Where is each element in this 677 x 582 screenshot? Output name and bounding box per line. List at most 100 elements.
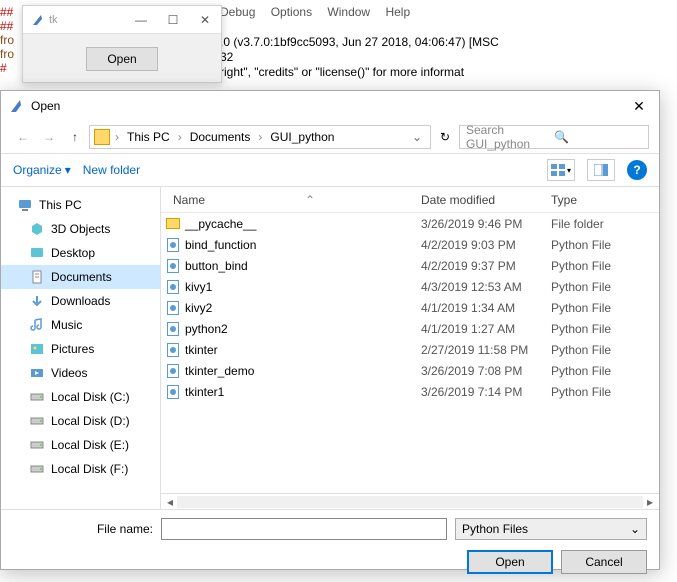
file-row[interactable]: kivy14/3/2019 12:53 AMPython File: [161, 276, 659, 297]
sidebar-item-documents[interactable]: Documents: [1, 265, 160, 289]
forward-button[interactable]: →: [37, 125, 61, 149]
dialog-footer: File name: Python Files ⌄ Open Cancel: [1, 509, 659, 582]
python-file-icon: [167, 385, 179, 399]
column-name[interactable]: Name ⌃: [161, 193, 421, 207]
toolbar: Organize ▾ New folder ▾ ?: [1, 153, 659, 187]
file-date: 3/26/2019 7:14 PM: [421, 385, 551, 399]
chevron-right-icon[interactable]: ›: [175, 130, 185, 144]
pics-icon: [29, 341, 45, 357]
file-row[interactable]: tkinter_demo3/26/2019 7:08 PMPython File: [161, 360, 659, 381]
sidebar-item-this-pc[interactable]: This PC: [1, 193, 160, 217]
sidebar-item-local-disk-e-[interactable]: Local Disk (E:): [1, 433, 160, 457]
folder-icon: [94, 129, 110, 145]
file-type: File folder: [551, 217, 659, 231]
python-file-icon: [167, 343, 179, 357]
horizontal-scrollbar[interactable]: ◂ ▸: [161, 493, 659, 509]
menu-debug[interactable]: Debug: [220, 5, 255, 19]
file-row[interactable]: kivy24/1/2019 1:34 AMPython File: [161, 297, 659, 318]
file-row[interactable]: python24/1/2019 1:27 AMPython File: [161, 318, 659, 339]
sidebar-item-label: 3D Objects: [51, 222, 110, 236]
dialog-titlebar[interactable]: Open ✕: [1, 91, 659, 121]
sidebar-item-label: Desktop: [51, 246, 95, 260]
shell-output: .0 (v3.7.0:1bf9cc5093, Jun 27 2018, 04:0…: [220, 35, 499, 80]
file-row[interactable]: button_bind4/2/2019 9:37 PMPython File: [161, 255, 659, 276]
menu-options[interactable]: Options: [271, 5, 312, 19]
maximize-button[interactable]: ☐: [157, 6, 189, 33]
sidebar-item-local-disk-c-[interactable]: Local Disk (C:): [1, 385, 160, 409]
python-file-icon: [167, 364, 179, 378]
filename-input[interactable]: [161, 518, 447, 540]
docs-icon: [29, 269, 45, 285]
sidebar-item-local-disk-f-[interactable]: Local Disk (F:): [1, 457, 160, 481]
python-file-icon: [167, 238, 179, 252]
tk-feather-icon: [9, 98, 25, 114]
chevron-down-icon: ▾: [567, 166, 571, 175]
sidebar-item-label: Videos: [51, 366, 87, 380]
tk-titlebar[interactable]: tk — ☐ ✕: [23, 6, 221, 34]
scroll-right-icon[interactable]: ▸: [643, 496, 657, 508]
sidebar-item-label: Local Disk (E:): [51, 438, 129, 452]
dialog-title-text: Open: [31, 99, 627, 113]
filetype-filter[interactable]: Python Files ⌄: [455, 518, 647, 540]
tk-open-button[interactable]: Open: [86, 47, 157, 71]
column-date[interactable]: Date modified: [421, 193, 551, 207]
search-input[interactable]: Search GUI_python 🔍: [459, 125, 649, 149]
scroll-left-icon[interactable]: ◂: [163, 496, 177, 508]
breadcrumb-gui-python[interactable]: GUI_python: [267, 130, 337, 144]
breadcrumb-this-pc[interactable]: This PC: [124, 130, 173, 144]
new-folder-button[interactable]: New folder: [83, 163, 140, 177]
breadcrumb[interactable]: › This PC › Documents › GUI_python ⌄: [89, 125, 431, 149]
sidebar-item-music[interactable]: Music: [1, 313, 160, 337]
file-type: Python File: [551, 301, 659, 315]
file-list[interactable]: __pycache__3/26/2019 9:46 PMFile folderb…: [161, 213, 659, 493]
tk-feather-icon: [31, 13, 45, 27]
sidebar-item-pictures[interactable]: Pictures: [1, 337, 160, 361]
chevron-right-icon[interactable]: ›: [112, 130, 122, 144]
down-icon: [29, 293, 45, 309]
menu-window[interactable]: Window: [327, 5, 370, 19]
refresh-button[interactable]: ↻: [433, 125, 457, 149]
sidebar-item-label: Pictures: [51, 342, 94, 356]
column-type[interactable]: Type: [551, 193, 659, 207]
preview-pane-button[interactable]: [587, 159, 615, 181]
close-button[interactable]: ✕: [189, 6, 221, 33]
open-button[interactable]: Open: [467, 550, 553, 574]
chevron-right-icon[interactable]: ›: [255, 130, 265, 144]
dialog-body: This PC 3D Objects Desktop DocumentsDownloa…: [1, 187, 659, 509]
cancel-button[interactable]: Cancel: [561, 550, 647, 574]
sidebar-item-3d-objects[interactable]: 3D Objects: [1, 217, 160, 241]
file-type: Python File: [551, 322, 659, 336]
file-row[interactable]: tkinter13/26/2019 7:14 PMPython File: [161, 381, 659, 402]
sidebar-item-videos[interactable]: Videos: [1, 361, 160, 385]
file-name: __pycache__: [185, 217, 421, 231]
organize-menu[interactable]: Organize ▾: [13, 163, 71, 177]
file-row[interactable]: tkinter2/27/2019 11:58 PMPython File: [161, 339, 659, 360]
file-row[interactable]: __pycache__3/26/2019 9:46 PMFile folder: [161, 213, 659, 234]
view-mode-button[interactable]: ▾: [547, 159, 575, 181]
help-button[interactable]: ?: [627, 160, 647, 180]
chevron-down-icon[interactable]: ⌄: [408, 130, 426, 144]
up-button[interactable]: ↑: [63, 125, 87, 149]
close-icon[interactable]: ✕: [627, 94, 651, 118]
sidebar-item-label: Local Disk (D:): [51, 414, 130, 428]
file-name: button_bind: [185, 259, 421, 273]
menu-help[interactable]: Help: [385, 5, 410, 19]
tk-window: tk — ☐ ✕ Open: [22, 5, 222, 83]
tk-title-text: tk: [49, 14, 125, 26]
file-name: kivy2: [185, 301, 421, 315]
python-file-icon: [167, 301, 179, 315]
python-file-icon: [167, 280, 179, 294]
shell-menubar: Debug Options Window Help: [220, 5, 422, 19]
pc-icon: [17, 197, 33, 213]
nav-bar: ← → ↑ › This PC › Documents › GUI_python…: [1, 121, 659, 153]
sidebar-item-label: Music: [51, 318, 82, 332]
breadcrumb-documents[interactable]: Documents: [187, 130, 254, 144]
minimize-button[interactable]: —: [125, 6, 157, 33]
scroll-track[interactable]: [177, 496, 643, 508]
sidebar-item-local-disk-d-[interactable]: Local Disk (D:): [1, 409, 160, 433]
sidebar-item-desktop[interactable]: Desktop: [1, 241, 160, 265]
file-row[interactable]: bind_function4/2/2019 9:03 PMPython File: [161, 234, 659, 255]
back-button[interactable]: ←: [11, 125, 35, 149]
sidebar-item-downloads[interactable]: Downloads: [1, 289, 160, 313]
sidebar-item-label: This PC: [39, 198, 82, 212]
